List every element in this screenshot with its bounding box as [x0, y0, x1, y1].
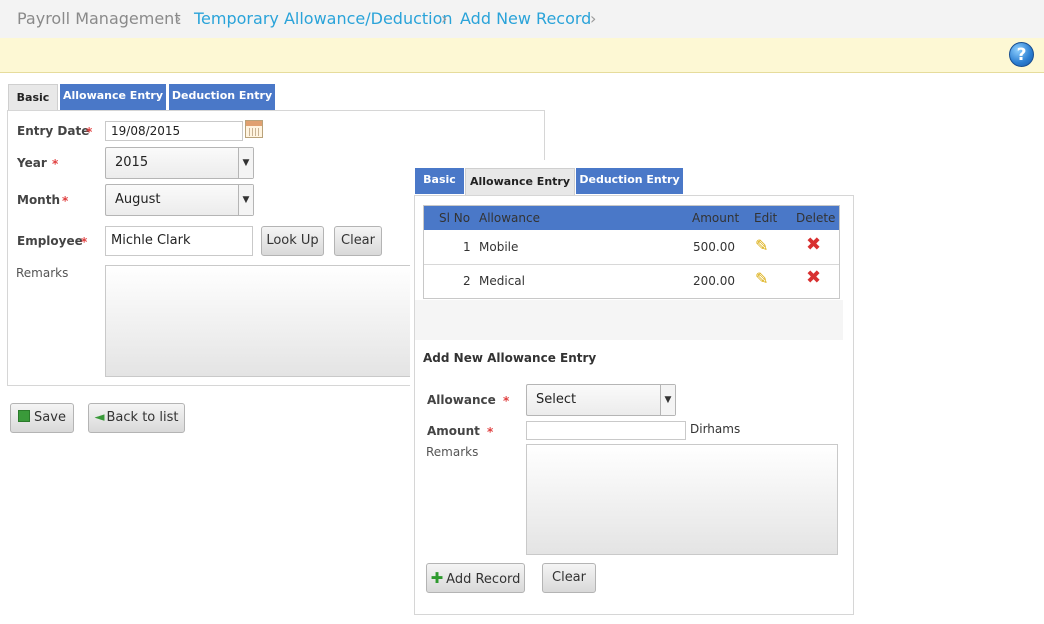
delete-icon[interactable]: ✖ — [806, 234, 821, 255]
add-record-label: Add Record — [446, 572, 521, 587]
month-label: Month — [17, 193, 61, 207]
amount-label: Amount — [427, 424, 480, 438]
save-button[interactable]: Save — [10, 403, 74, 433]
row-allowance: Mobile — [479, 240, 519, 254]
col-delete: Delete — [796, 211, 836, 225]
breadcrumb-item-payroll[interactable]: Payroll Management — [17, 9, 181, 28]
tab-allowance-entry[interactable]: Allowance Entry — [60, 84, 166, 110]
lookup-button[interactable]: Look Up — [261, 226, 324, 256]
required-marker: * — [487, 425, 494, 439]
clear-button[interactable]: Clear — [334, 226, 382, 256]
year-select[interactable]: 2015 ▼ — [105, 147, 254, 179]
amount-field[interactable] — [526, 421, 686, 440]
col-allowance: Allowance — [479, 211, 540, 225]
back-to-list-button[interactable]: ◄ Back to list — [88, 403, 185, 433]
tab-basic[interactable]: Basic — [8, 84, 58, 110]
chevron-down-icon: ▼ — [238, 148, 253, 178]
required-marker: * — [86, 125, 93, 139]
add-record-button[interactable]: ✚ Add Record — [426, 563, 525, 593]
month-select[interactable]: August ▼ — [105, 184, 254, 216]
entry-date-field[interactable]: 19/08/2015 — [105, 121, 243, 141]
popup-tab-basic[interactable]: Basic — [415, 168, 464, 194]
year-label: Year — [17, 156, 47, 170]
row-amount: 200.00 — [693, 274, 735, 288]
row-allowance: Medical — [479, 274, 525, 288]
allowance-select-value: Select — [536, 392, 577, 407]
allowance-table: Sl No Allowance Amount Edit Delete 1 Mob… — [423, 205, 840, 299]
tab-deduction-entry[interactable]: Deduction Entry — [169, 84, 275, 110]
popup-remarks-label: Remarks — [426, 445, 479, 459]
remarks-label: Remarks — [16, 266, 69, 280]
back-label: Back to list — [106, 410, 179, 425]
popup-clear-button[interactable]: Clear — [542, 563, 596, 593]
chevron-down-icon: ▼ — [238, 185, 253, 215]
row-sl: 1 — [463, 240, 471, 254]
allowance-label: Allowance — [427, 393, 496, 407]
pencil-icon[interactable]: ✎ — [755, 236, 768, 255]
popup-spacer — [415, 300, 843, 340]
col-amount: Amount — [692, 211, 740, 225]
required-marker: * — [81, 235, 88, 249]
save-icon — [18, 410, 31, 422]
table-row: 1 Mobile 500.00 ✎ ✖ — [424, 230, 839, 264]
chevron-right-icon: › — [441, 9, 448, 28]
allowance-select[interactable]: Select ▼ — [526, 384, 676, 416]
table-row: 2 Medical 200.00 ✎ ✖ — [424, 265, 839, 299]
chevron-down-icon: ▼ — [660, 385, 675, 415]
currency-label: Dirhams — [690, 422, 741, 436]
popup-remarks-textarea[interactable] — [526, 444, 838, 555]
popup-tab-allowance-entry[interactable]: Allowance Entry — [465, 168, 575, 195]
col-sl-no: Sl No — [439, 211, 471, 225]
remarks-textarea[interactable] — [105, 265, 411, 377]
chevron-right-icon: › — [590, 9, 597, 28]
pencil-icon[interactable]: ✎ — [755, 269, 768, 288]
employee-label: Employee — [17, 234, 83, 248]
entry-date-label: Entry Date — [17, 124, 90, 138]
employee-field[interactable]: Michle Clark — [105, 226, 253, 256]
chevron-right-icon: › — [175, 9, 182, 28]
breadcrumb-item-temporary-allowance[interactable]: Temporary Allowance/Deduction — [194, 9, 453, 28]
month-value: August — [115, 192, 161, 207]
calendar-icon[interactable] — [245, 120, 263, 138]
col-edit: Edit — [754, 211, 778, 225]
required-marker: * — [52, 157, 59, 171]
back-arrow-icon: ◄ — [94, 410, 105, 425]
section-title: Add New Allowance Entry — [423, 351, 597, 365]
popup-tab-deduction-entry[interactable]: Deduction Entry — [576, 168, 683, 194]
row-amount: 500.00 — [693, 240, 735, 254]
notice-bar — [0, 38, 1044, 73]
required-marker: * — [62, 194, 69, 208]
plus-icon: ✚ — [430, 569, 444, 587]
save-label: Save — [34, 410, 66, 425]
delete-icon[interactable]: ✖ — [806, 267, 821, 288]
row-sl: 2 — [463, 274, 471, 288]
help-icon[interactable]: ? — [1009, 42, 1034, 67]
breadcrumb-item-add-new[interactable]: Add New Record — [460, 9, 591, 28]
year-value: 2015 — [115, 155, 149, 170]
required-marker: * — [503, 394, 510, 408]
